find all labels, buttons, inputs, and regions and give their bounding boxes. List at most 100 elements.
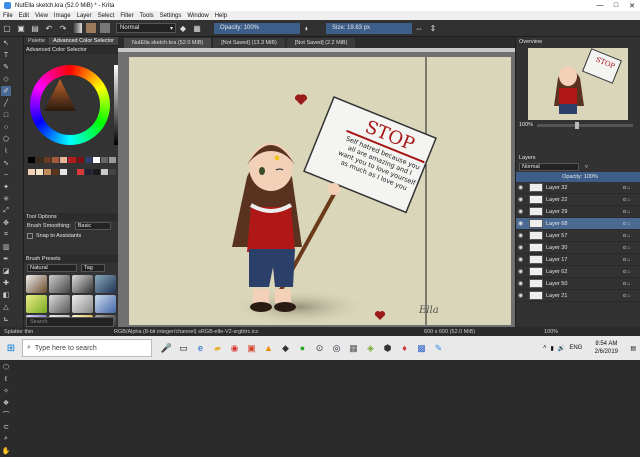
tag-select[interactable]: Tag: [81, 264, 105, 272]
colorize-mask-icon[interactable]: ◪: [1, 266, 11, 276]
maximize-button[interactable]: □: [608, 0, 624, 11]
size-slider[interactable]: Size: 19.83 px: [326, 22, 412, 34]
eye-icon[interactable]: ◉: [518, 268, 526, 275]
eye-icon[interactable]: ◉: [518, 292, 526, 299]
redo-icon[interactable]: ↷: [58, 23, 68, 33]
multibrush-icon[interactable]: ✳: [1, 194, 11, 204]
krita-taskbar-icon[interactable]: ✎: [430, 336, 447, 360]
photos-icon[interactable]: ▩: [413, 336, 430, 360]
preserve-alpha-icon[interactable]: ▦: [192, 23, 202, 33]
layer-row[interactable]: ◉ Layer 22 α ⌂: [516, 194, 640, 206]
gradient-icon[interactable]: [72, 23, 82, 33]
opacity-reset-icon[interactable]: ◐: [302, 23, 312, 33]
app-icon[interactable]: ⬢: [379, 336, 396, 360]
snap-assistants-row[interactable]: Snap to Assistants: [24, 231, 118, 241]
menu-view[interactable]: View: [32, 13, 51, 19]
measure-tool-icon[interactable]: ⊾: [1, 314, 11, 324]
network-icon[interactable]: ▮: [551, 345, 554, 352]
edit-shapes-icon[interactable]: ◇: [1, 74, 11, 84]
calligraphy-icon[interactable]: ✎: [1, 62, 11, 72]
move-tool-icon[interactable]: ✥: [1, 218, 11, 228]
transform-tool-icon[interactable]: ⤢: [1, 206, 11, 216]
doc-tab-not-saved-1[interactable]: [Not Saved] (13.3 MiB): [213, 38, 285, 48]
preset-item[interactable]: [72, 295, 93, 313]
line-tool-icon[interactable]: ╱: [1, 98, 11, 108]
overview-thumbnail[interactable]: STOP: [528, 48, 628, 120]
menu-layer[interactable]: Layer: [74, 13, 95, 19]
app-icon[interactable]: ◈: [362, 336, 379, 360]
doc-tab-not-saved-2[interactable]: [Not Saved] (2.2 MiB): [286, 38, 356, 48]
vlc-icon[interactable]: ▲: [260, 336, 277, 360]
layer-flags-icon[interactable]: α ⌂: [623, 221, 640, 227]
chrome-icon[interactable]: ◉: [226, 336, 243, 360]
brush-preset-icon[interactable]: [100, 23, 110, 33]
freehand-path-icon[interactable]: ~: [1, 170, 11, 180]
menu-settings[interactable]: Settings: [157, 13, 185, 19]
steam-icon[interactable]: ◎: [328, 336, 345, 360]
app-icon[interactable]: ◆: [277, 336, 294, 360]
task-view-icon[interactable]: ▭: [175, 336, 192, 360]
polygon-select-icon[interactable]: ⬡: [1, 362, 11, 372]
app-icon[interactable]: ●: [294, 336, 311, 360]
blend-mode-select[interactable]: Normal ▾: [116, 23, 176, 33]
layer-flags-icon[interactable]: α ⌂: [623, 233, 640, 239]
color-wheel[interactable]: [30, 65, 110, 145]
new-document-icon[interactable]: ▢: [2, 23, 12, 33]
layer-row[interactable]: ◉ Layer 32 α ⌂: [516, 182, 640, 194]
tab-advanced-color-selector[interactable]: Advanced Color Selector: [49, 37, 118, 45]
preset-item[interactable]: [26, 275, 47, 293]
opacity-slider[interactable]: Opacity: 100%: [214, 22, 300, 34]
taskbar-search[interactable]: ⌕ Type here to search: [22, 339, 152, 357]
pattern-icon[interactable]: [86, 23, 96, 33]
layer-row[interactable]: ◉ Layer 29 α ⌂: [516, 206, 640, 218]
polyline-tool-icon[interactable]: ⌇: [1, 146, 11, 156]
layer-blend-select[interactable]: Normal: [519, 163, 579, 171]
tray-chevron-icon[interactable]: ˄: [543, 345, 547, 351]
file-explorer-icon[interactable]: ▰: [209, 336, 226, 360]
preset-item[interactable]: [49, 275, 70, 293]
microphone-icon[interactable]: 🎤: [158, 336, 175, 360]
overview-zoom-slider[interactable]: [537, 121, 633, 129]
fill-tool-icon[interactable]: ◧: [1, 290, 11, 300]
color-picker-icon[interactable]: ✒: [1, 254, 11, 264]
layer-flags-icon[interactable]: α ⌂: [623, 257, 640, 263]
menu-select[interactable]: Select: [95, 13, 118, 19]
mirror-vertical-icon[interactable]: ⇕: [428, 23, 438, 33]
doc-tab-nutella[interactable]: NutElla sketch.kra (52.0 MiB): [124, 38, 212, 48]
ellipse-tool-icon[interactable]: ○: [1, 122, 11, 132]
checkbox-icon[interactable]: [27, 233, 33, 239]
text-tool-icon[interactable]: T: [1, 50, 11, 60]
preset-item[interactable]: [72, 275, 93, 293]
preset-filter-select[interactable]: Natural: [27, 264, 77, 272]
similar-select-icon[interactable]: ❖: [1, 398, 11, 408]
media-player-icon[interactable]: ⊙: [311, 336, 328, 360]
crop-tool-icon[interactable]: ⌗: [1, 230, 11, 240]
preset-item[interactable]: [95, 275, 116, 293]
assistant-tool-icon[interactable]: △: [1, 302, 11, 312]
select-shapes-icon[interactable]: ↖: [1, 38, 11, 48]
contiguous-select-icon[interactable]: ✧: [1, 386, 11, 396]
layer-flags-icon[interactable]: α ⌂: [623, 245, 640, 251]
color-history[interactable]: [28, 157, 116, 179]
eye-icon[interactable]: ◉: [518, 208, 526, 215]
layer-flags-icon[interactable]: α ⌂: [623, 209, 640, 215]
preset-item[interactable]: [26, 295, 47, 313]
save-icon[interactable]: ▤: [30, 23, 40, 33]
eye-icon[interactable]: ◉: [518, 232, 526, 239]
pan-tool-icon[interactable]: ✋: [1, 446, 11, 456]
menu-window[interactable]: Window: [184, 13, 211, 19]
freehand-brush-icon[interactable]: ✐: [1, 86, 11, 96]
layer-row[interactable]: ◉ Layer 57 α ⌂: [516, 230, 640, 242]
minimize-button[interactable]: —: [592, 0, 608, 11]
preset-item[interactable]: [95, 295, 116, 313]
menu-image[interactable]: Image: [51, 13, 74, 19]
eye-icon[interactable]: ◉: [518, 196, 526, 203]
volume-icon[interactable]: 🔊: [558, 345, 565, 352]
eye-icon[interactable]: ◉: [518, 184, 526, 191]
eraser-mode-icon[interactable]: ◆: [178, 23, 188, 33]
layer-row[interactable]: ◉ Layer 17 α ⌂: [516, 254, 640, 266]
eye-icon[interactable]: ◉: [518, 280, 526, 287]
layer-row-active[interactable]: ◉ Layer 68 α ⌂: [516, 218, 640, 230]
layer-flags-icon[interactable]: α ⌂: [623, 197, 640, 203]
edge-icon[interactable]: e: [192, 336, 209, 360]
